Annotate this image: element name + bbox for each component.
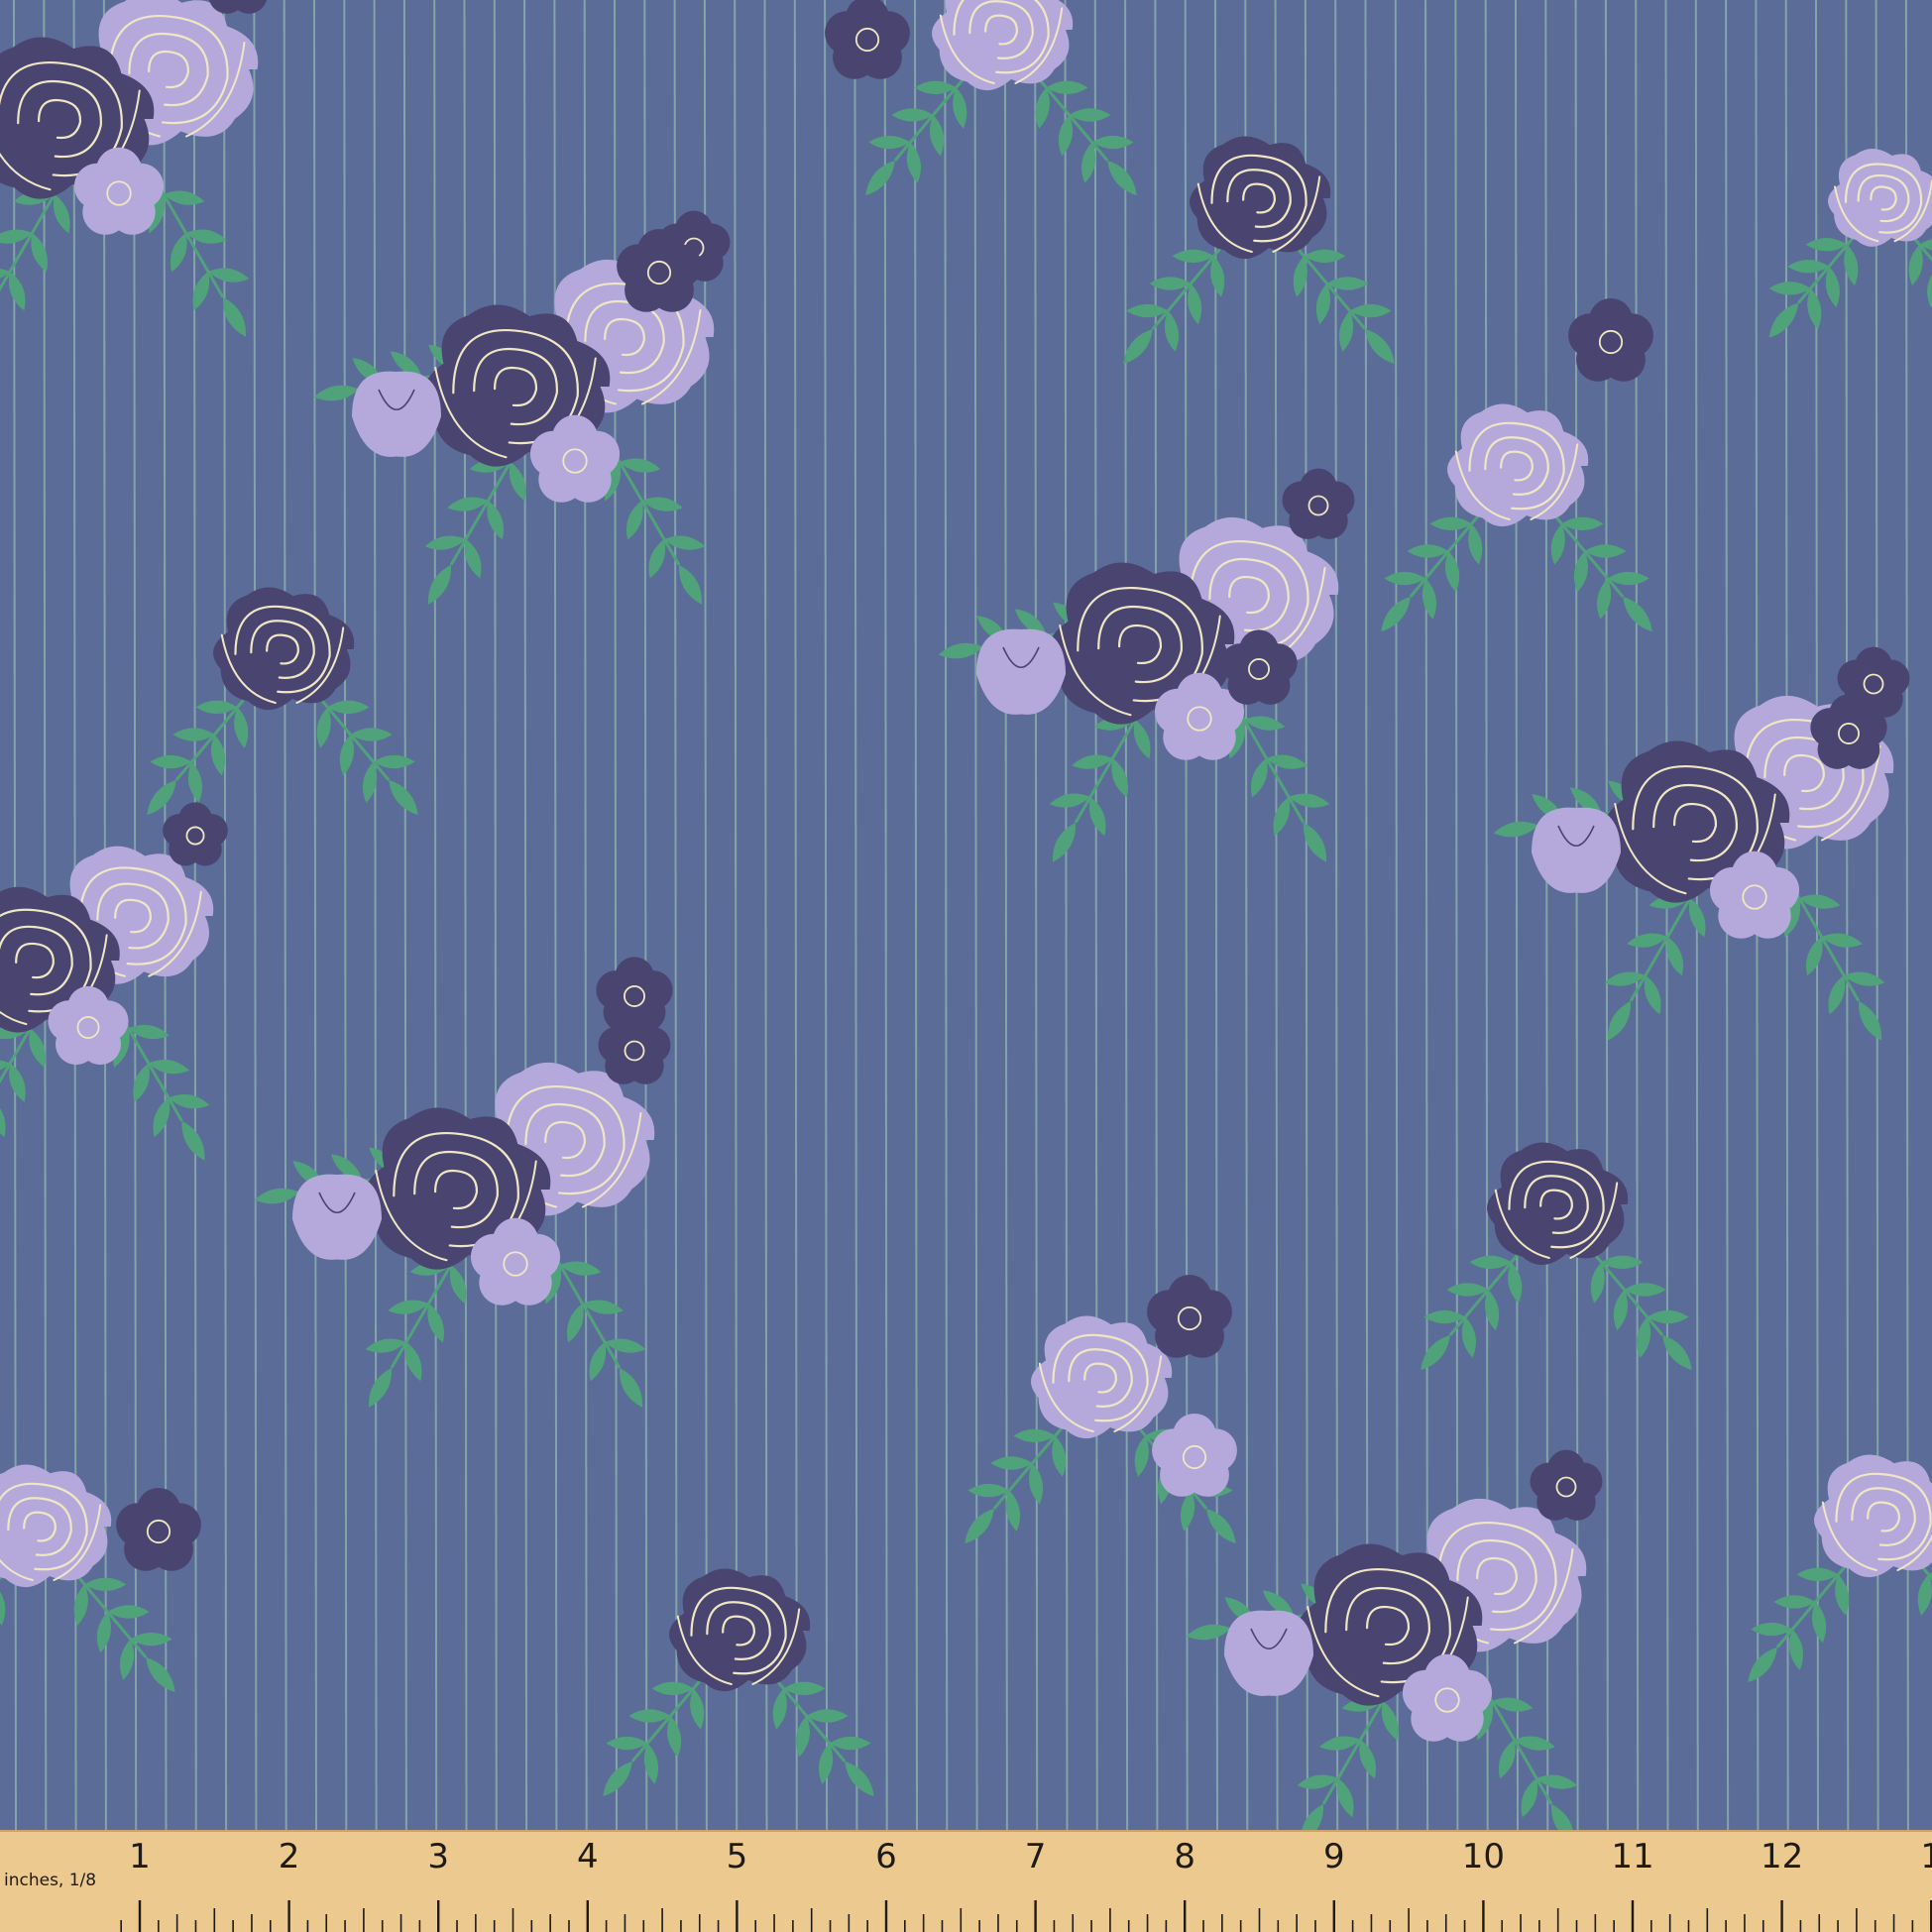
blossom-petal [73, 163, 121, 209]
ruler-number: 6 [875, 1837, 897, 1876]
blossom-petal [1709, 866, 1757, 913]
blossom-petal [825, 11, 869, 56]
ruler-number: 8 [1174, 1837, 1195, 1876]
blossom-petal [470, 1233, 517, 1280]
blossom-petal [529, 430, 577, 477]
ruler-number: 3 [427, 1837, 449, 1876]
blossom-petal [617, 244, 661, 288]
blossom-petal [1568, 313, 1613, 358]
blossom-petal [1154, 688, 1201, 735]
ruler-number: 10 [1462, 1837, 1505, 1876]
blossom-petal [1147, 1290, 1192, 1334]
fabric-pattern [0, 0, 1932, 1830]
ruler-number: 4 [577, 1837, 599, 1876]
ruler-number: 12 [1761, 1837, 1803, 1876]
light-rose [1828, 148, 1932, 247]
ruler-number: 5 [727, 1837, 748, 1876]
measuring-ruler: 1 2 3 4 5 6 7 8 9 10 11 12 1 inches, 1/8 [0, 1830, 1932, 1932]
ruler-number: 7 [1025, 1837, 1047, 1876]
blossom-petal [1152, 1428, 1196, 1473]
ruler-unit-label: inches, 1/8 [4, 1871, 96, 1890]
fabric-background [0, 0, 1932, 1830]
blossom-petal [48, 1000, 90, 1042]
ruler-number: 9 [1323, 1837, 1345, 1876]
ruler-number: 11 [1611, 1837, 1653, 1876]
ruler-number: 2 [279, 1837, 300, 1876]
blossom-petal [1402, 1669, 1449, 1716]
ruler-number: 1 [129, 1837, 151, 1876]
blossom-petal [116, 1503, 161, 1547]
ruler-number: 1 [1920, 1837, 1932, 1876]
